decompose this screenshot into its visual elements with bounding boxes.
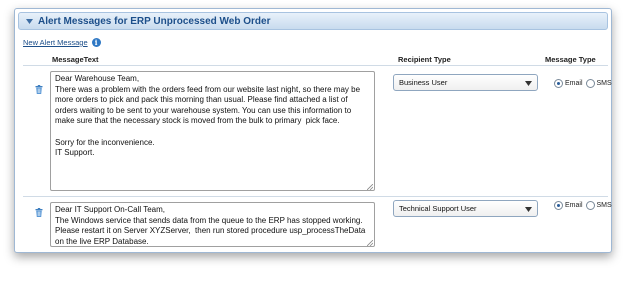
recipient-type-value: Business User xyxy=(399,78,448,87)
alert-messages-panel: Alert Messages for ERP Unprocessed Web O… xyxy=(14,8,612,253)
email-label: Email xyxy=(565,202,583,209)
panel-header[interactable]: Alert Messages for ERP Unprocessed Web O… xyxy=(18,12,608,30)
table-header: MessageText Recipient Type Message Type xyxy=(23,52,608,66)
new-alert-row: New Alert Message i xyxy=(23,38,101,47)
email-radio[interactable] xyxy=(554,79,563,88)
column-header-type: Message Type xyxy=(545,55,596,64)
email-label: Email xyxy=(565,80,583,87)
sms-label: SMS xyxy=(596,80,612,87)
delete-icon[interactable] xyxy=(35,208,43,217)
column-header-recipient: Recipient Type xyxy=(398,55,451,64)
info-icon[interactable]: i xyxy=(91,38,101,47)
delete-icon[interactable] xyxy=(35,85,43,94)
chevron-down-icon xyxy=(525,80,532,86)
alerts-table: MessageText Recipient Type Message Type … xyxy=(23,52,612,247)
resize-grip-icon[interactable] xyxy=(366,183,374,190)
table-row: Dear Warehouse Team, There was a problem… xyxy=(23,66,612,197)
table-row: Dear IT Support On-Call Team, The Window… xyxy=(23,197,612,252)
message-type-group: Email SMS xyxy=(554,79,615,88)
message-text: Dear IT Support On-Call Team, The Window… xyxy=(55,205,366,246)
email-radio[interactable] xyxy=(554,201,563,210)
recipient-type-value: Technical Support User xyxy=(399,204,477,213)
new-alert-message-link[interactable]: New Alert Message xyxy=(23,38,88,47)
column-header-message: MessageText xyxy=(52,55,99,64)
collapse-icon[interactable] xyxy=(22,13,36,29)
panel-title: Alert Messages for ERP Unprocessed Web O… xyxy=(38,15,271,27)
resize-grip-icon[interactable] xyxy=(366,239,374,246)
sms-radio[interactable] xyxy=(585,201,595,210)
recipient-type-select[interactable]: Business User xyxy=(393,74,538,91)
sms-label: SMS xyxy=(596,202,612,209)
message-textarea[interactable]: Dear IT Support On-Call Team, The Window… xyxy=(50,202,375,247)
chevron-down-icon xyxy=(525,206,532,212)
message-textarea[interactable]: Dear Warehouse Team, There was a problem… xyxy=(50,71,375,191)
message-text: Dear Warehouse Team, There was a problem… xyxy=(55,74,361,158)
sms-radio[interactable] xyxy=(585,79,595,88)
message-type-group: Email SMS xyxy=(554,201,615,210)
recipient-type-select[interactable]: Technical Support User xyxy=(393,200,538,217)
